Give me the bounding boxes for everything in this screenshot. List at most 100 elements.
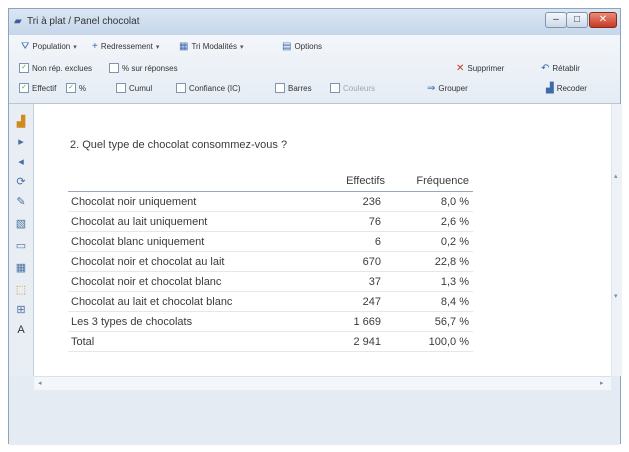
cumul-label: Cumul [129,83,153,93]
pct-sur-reponses-checkbox[interactable]: % sur réponses [109,63,178,73]
row-frequency: 8,0 % [389,191,473,212]
options-label: Options [294,42,323,51]
table-row[interactable]: Chocolat au lait uniquement 76 2,6 % [68,211,473,232]
row-count: 6 [321,231,389,252]
image-icon[interactable]: ▧ [13,216,29,232]
pct-checkbox[interactable]: ✓ % [66,83,86,93]
supprimer-label: Supprimer [467,64,505,73]
retablir-button[interactable]: ↶ Rétablir [541,63,580,74]
filter-icon: ⛛ [21,41,30,52]
export-icon[interactable]: ⬚ [13,282,29,298]
title-bar[interactable]: ▰ Tri à plat / Panel chocolat – □ ✕ [9,9,620,36]
close-button[interactable]: ✕ [589,12,617,28]
results-panel: 2. Quel type de chocolat consommez-vous … [34,104,611,376]
scroll-left-icon[interactable]: ◂ [38,379,42,387]
chevron-down-icon: ▾ [239,43,244,51]
row-frequency: 0,2 % [389,231,473,252]
checkbox-unchecked [109,63,119,73]
barres-label: Barres [288,83,312,93]
header-effectifs: Effectifs [346,175,385,187]
table-row[interactable]: Chocolat noir et chocolat au lait 670 22… [68,251,473,272]
toolbar-row-display: ✓ Effectif ✓ % Cumul Confiance (IC) Barr… [9,81,620,101]
scroll-up-icon[interactable]: ▴ [614,172,618,180]
population-button[interactable]: ⛛ Population ▾ [21,41,77,52]
chevron-down-icon: ▾ [155,43,160,51]
recoder-button[interactable]: ▟ Recoder [546,83,587,94]
couleurs-checkbox[interactable]: Couleurs [330,83,375,93]
row-label: Chocolat au lait et chocolat blanc [68,291,321,312]
app-icon: ▰ [14,16,22,27]
tri-modalites-label: Tri Modalités [191,42,237,51]
population-label: Population [32,42,71,51]
supprimer-button[interactable]: ✕ Supprimer [456,63,504,74]
chevron-down-icon: ▾ [73,43,77,51]
arrow-left-icon[interactable]: ◂ [13,154,29,170]
recode-icon: ▟ [546,83,554,94]
total-row[interactable]: Total 2 941 100,0 % [68,331,473,352]
table-row[interactable]: Les 3 types de chocolats 1 669 56,7 % [68,311,473,332]
tri-modalites-button[interactable]: ▦ Tri Modalités ▾ [179,41,243,52]
effectif-label: Effectif [32,83,57,93]
font-icon[interactable]: A [13,322,29,338]
frequency-table: Effectifs Fréquence Chocolat noir unique… [68,171,473,352]
table-row[interactable]: Chocolat au lait et chocolat blanc 247 8… [68,291,473,312]
scroll-right-icon[interactable]: ▸ [600,379,604,387]
redressement-label: Redressement [100,42,153,51]
grouper-label: Grouper [438,84,468,93]
table-row[interactable]: Chocolat noir uniquement 236 8,0 % [68,191,473,212]
pct-label: % [79,83,87,93]
non-rep-exclues-checkbox[interactable]: ✓ Non rép. exclues [19,63,92,73]
checkbox-checked: ✓ [66,83,76,93]
pct-sur-reponses-label: % sur réponses [122,63,178,73]
row-label: Chocolat blanc uniquement [68,231,321,252]
scroll-down-icon[interactable]: ▾ [614,292,618,300]
window-title: Tri à plat / Panel chocolat [27,16,140,27]
maximize-button[interactable]: □ [566,12,588,28]
row-label: Chocolat au lait uniquement [68,211,321,232]
toolbar: ⛛ Population ▾ + Redressement ▾ ▦ Tri Mo… [9,35,620,104]
non-rep-exclues-label: Non rép. exclues [32,63,93,73]
horizontal-scrollbar[interactable]: ◂ ▸ [34,376,611,391]
app-window: ▰ Tri à plat / Panel chocolat – □ ✕ ⛛ Po… [8,8,622,445]
delete-icon: ✕ [456,63,465,74]
checkbox-unchecked [176,83,186,93]
confiance-checkbox[interactable]: Confiance (IC) [176,83,241,93]
undo-icon: ↶ [541,63,550,74]
question-title: 2. Quel type de chocolat consommez-vous … [70,139,288,151]
total-count: 2 941 [321,331,389,352]
row-count: 670 [321,251,389,272]
vertical-scrollbar[interactable]: ▴ ▾ [611,104,622,376]
row-count: 236 [321,191,389,212]
options-button[interactable]: ▤ Options [282,41,322,52]
row-frequency: 1,3 % [389,271,473,292]
chart-icon[interactable]: ▟ [13,114,29,130]
couleurs-label: Couleurs [343,83,376,93]
group-icon: ⇒ [427,83,436,94]
window-icon[interactable]: ▭ [13,238,29,254]
barres-checkbox[interactable]: Barres [275,83,312,93]
row-frequency: 56,7 % [389,311,473,332]
cumul-checkbox[interactable]: Cumul [116,83,152,93]
layout-icon[interactable]: ⊞ [13,302,29,318]
redressement-button[interactable]: + Redressement ▾ [92,41,159,52]
toolbar-row-filters: ✓ Non rép. exclues % sur réponses ✕ Supp… [9,61,620,81]
row-count: 247 [321,291,389,312]
sort-icon: ▦ [179,41,189,52]
table-icon[interactable]: ▦ [13,260,29,276]
checkbox-unchecked [116,83,126,93]
arrow-right-icon[interactable]: ▸ [13,134,29,150]
plus-icon: + [92,41,98,52]
options-icon: ▤ [282,41,292,52]
refresh-icon[interactable]: ⟳ [13,174,29,190]
header-label [68,171,321,192]
table-row[interactable]: Chocolat noir et chocolat blanc 37 1,3 % [68,271,473,292]
row-count: 1 669 [321,311,389,332]
grouper-button[interactable]: ⇒ Grouper [427,83,468,94]
row-label: Chocolat noir uniquement [68,191,321,212]
retablir-label: Rétablir [552,64,580,73]
side-toolbar: ▟ ▸ ◂ ⟳ ✎ ▧ ▭ ▦ ⬚ ⊞ A [9,104,34,376]
minimize-button[interactable]: – [545,12,567,28]
table-row[interactable]: Chocolat blanc uniquement 6 0,2 % [68,231,473,252]
effectif-checkbox[interactable]: ✓ Effectif [19,83,56,93]
edit-icon[interactable]: ✎ [13,194,29,210]
